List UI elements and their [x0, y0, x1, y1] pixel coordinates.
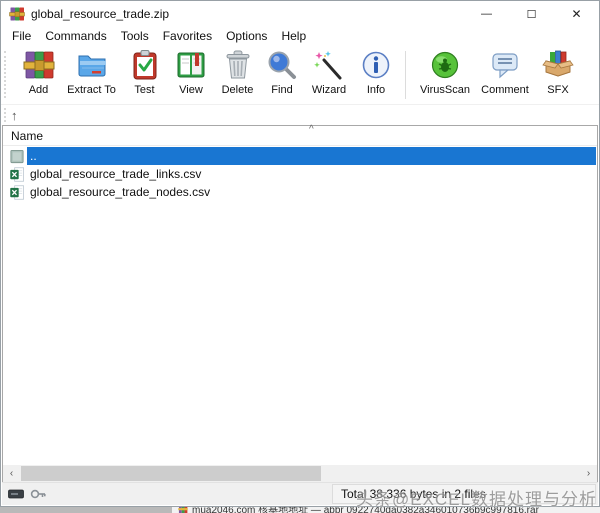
scrollbar-thumb[interactable] [21, 466, 321, 481]
file-list-panel: Name ^ .. [2, 125, 598, 483]
list-item-links-csv[interactable]: global_resource_trade_links.csv [3, 165, 597, 183]
sort-ascending-icon: ^ [309, 124, 314, 135]
file-rows: .. global_resource_trade_links.csv [3, 147, 597, 201]
virusscan-icon [429, 49, 461, 81]
background-gray-block [0, 507, 172, 513]
toolbar-separator [405, 51, 406, 99]
total-text: Total 38,336 bytes in 2 files [341, 487, 486, 501]
window-controls: — ☐ ✕ [464, 1, 599, 27]
find-label: Find [271, 84, 292, 96]
excel-file-icon [9, 185, 25, 200]
file-name: global_resource_trade_links.csv [27, 165, 201, 183]
status-total-panel: Total 38,336 bytes in 2 files [332, 484, 596, 504]
status-icons [8, 487, 46, 501]
background-window-strip: mua2046.com 核基地地址 — abbr 0922740da0382a3… [0, 507, 600, 513]
sfx-label: SFX [547, 84, 568, 96]
file-name: .. [27, 147, 596, 165]
comment-label: Comment [481, 84, 529, 96]
excel-file-icon [9, 167, 25, 182]
winrar-window: global_resource_trade.zip — ☐ ✕ File Com… [0, 0, 600, 507]
file-name: global_resource_trade_nodes.csv [27, 183, 210, 201]
winrar-file-icon [178, 507, 188, 513]
delete-trash-icon [222, 49, 254, 81]
menu-file[interactable]: File [5, 29, 38, 43]
test-button[interactable]: Test [121, 49, 168, 103]
parent-folder-icon [9, 149, 25, 164]
add-archive-icon [23, 49, 55, 81]
virusscan-button[interactable]: VirusScan [414, 49, 476, 103]
column-header-label: Name [11, 129, 43, 143]
drive-icon [8, 488, 24, 500]
toolbar: Add Extract To Test [1, 45, 599, 105]
wizard-label: Wizard [312, 84, 346, 96]
title-bar: global_resource_trade.zip — ☐ ✕ [1, 1, 599, 27]
sfx-button[interactable]: SFX [534, 49, 582, 103]
menu-help[interactable]: Help [274, 29, 313, 43]
scroll-right-arrow[interactable]: › [580, 468, 597, 479]
screen: global_resource_trade.zip — ☐ ✕ File Com… [0, 0, 600, 513]
horizontal-scrollbar[interactable]: ‹ › [3, 465, 597, 482]
extract-to-button[interactable]: Extract To [62, 49, 121, 103]
menu-favorites[interactable]: Favorites [156, 29, 219, 43]
add-button[interactable]: Add [15, 49, 62, 103]
scroll-left-arrow[interactable]: ‹ [3, 468, 20, 479]
list-item-nodes-csv[interactable]: global_resource_trade_nodes.csv [3, 183, 597, 201]
minimize-button[interactable]: — [464, 1, 509, 27]
extract-folder-icon [76, 49, 108, 81]
view-book-icon [175, 49, 207, 81]
status-bar: Total 38,336 bytes in 2 files [2, 482, 598, 505]
background-window-row: mua2046.com 核基地地址 — abbr 0922740da0382a3… [178, 507, 539, 513]
info-label: Info [367, 84, 385, 96]
info-icon [360, 49, 392, 81]
address-bar: ↑ [1, 105, 599, 125]
find-button[interactable]: Find [261, 49, 303, 103]
extract-to-label: Extract To [67, 84, 116, 96]
test-clipboard-icon [129, 49, 161, 81]
test-label: Test [134, 84, 154, 96]
sfx-box-icon [542, 49, 574, 81]
window-title: global_resource_trade.zip [31, 7, 169, 21]
virusscan-label: VirusScan [420, 84, 470, 96]
view-button[interactable]: View [168, 49, 214, 103]
list-item-parent-folder[interactable]: .. [3, 147, 597, 165]
column-header-name[interactable]: Name ^ [3, 126, 597, 146]
comment-icon [489, 49, 521, 81]
menu-commands[interactable]: Commands [38, 29, 113, 43]
delete-label: Delete [222, 84, 254, 96]
close-button[interactable]: ✕ [554, 1, 599, 27]
comment-button[interactable]: Comment [476, 49, 534, 103]
background-window-title: mua2046.com 核基地地址 — abbr 0922740da0382a3… [192, 507, 539, 513]
menu-bar: File Commands Tools Favorites Options He… [1, 27, 599, 45]
menu-tools[interactable]: Tools [114, 29, 156, 43]
view-label: View [179, 84, 203, 96]
winrar-app-icon [9, 6, 25, 22]
wizard-button[interactable]: Wizard [303, 49, 355, 103]
find-magnifier-icon [266, 49, 298, 81]
wizard-wand-icon [313, 49, 345, 81]
delete-button[interactable]: Delete [214, 49, 261, 103]
maximize-button[interactable]: ☐ [509, 1, 554, 27]
key-icon [30, 487, 46, 501]
add-label: Add [29, 84, 49, 96]
menu-options[interactable]: Options [219, 29, 274, 43]
up-one-level-icon[interactable]: ↑ [11, 109, 18, 122]
info-button[interactable]: Info [355, 49, 397, 103]
